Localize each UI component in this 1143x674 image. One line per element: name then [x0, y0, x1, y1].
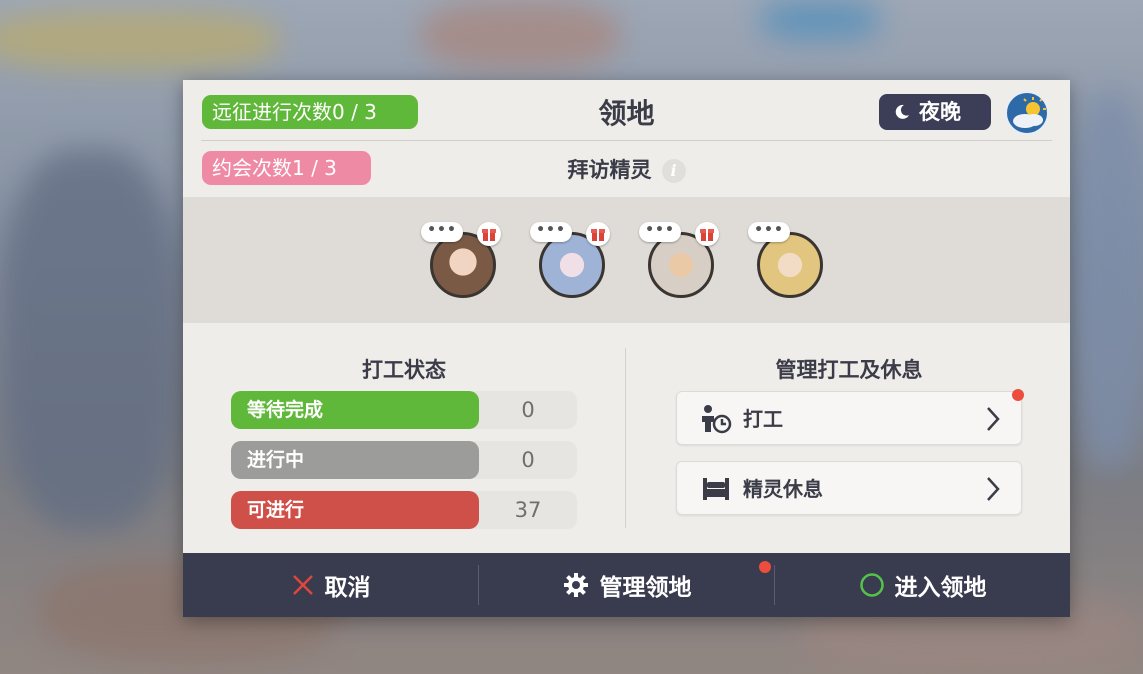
weather-icon[interactable] [1005, 91, 1049, 135]
territory-dialog: 远征进行次数0 / 3 领地 夜晚 约会次数1 / 3 拜访精灵 i ••• •… [183, 80, 1070, 617]
gear-icon [563, 573, 588, 597]
time-of-day-toggle[interactable]: 夜晚 [879, 94, 991, 130]
gift-icon [586, 222, 610, 246]
gift-icon [695, 222, 719, 246]
status-label: 进行中 [231, 441, 479, 479]
time-of-day-label: 夜晚 [919, 100, 961, 124]
gift-icon [477, 222, 501, 246]
status-label: 等待完成 [231, 391, 479, 429]
spirit-avatar-strip: ••• ••• ••• ••• [183, 197, 1070, 323]
speech-bubble-icon: ••• [530, 222, 572, 242]
chevron-right-icon [987, 477, 1000, 501]
moon-icon [895, 104, 909, 119]
work-button-label: 打工 [743, 407, 783, 431]
spirit-rest-button[interactable]: 精灵休息 [676, 461, 1022, 515]
bed-icon [703, 478, 729, 500]
enter-territory-label: 进入领地 [894, 575, 987, 601]
status-count: 37 [514, 498, 542, 522]
status-count: 0 [521, 448, 535, 472]
dialog-footer: 取消 管理领地 进入领地 [183, 553, 1070, 617]
notification-dot [759, 561, 771, 573]
status-row-in-progress: 进行中 0 [231, 441, 577, 479]
manage-work-rest-title: 管理打工及休息 [775, 358, 923, 382]
manage-territory-label: 管理领地 [599, 575, 692, 601]
status-row-available: 可进行 37 [231, 491, 577, 529]
speech-bubble-icon: ••• [748, 222, 790, 242]
chevron-right-icon [987, 407, 1000, 431]
info-icon[interactable]: i [661, 159, 686, 183]
work-status-title: 打工状态 [362, 358, 446, 382]
manage-territory-button[interactable]: 管理领地 [479, 553, 774, 617]
visit-spirit-label: 拜访精灵 [567, 158, 652, 182]
cancel-button-label: 取消 [324, 575, 371, 601]
notification-dot [1012, 389, 1024, 401]
spirit-rest-button-label: 精灵休息 [743, 477, 823, 501]
section-divider [625, 348, 626, 528]
cancel-button[interactable]: 取消 [183, 553, 478, 617]
visit-spirit-heading: 拜访精灵 i [183, 154, 1070, 184]
worker-clock-icon [702, 405, 732, 434]
speech-bubble-icon: ••• [421, 222, 463, 242]
status-row-waiting: 等待完成 0 [231, 391, 577, 429]
speech-bubble-icon: ••• [639, 222, 681, 242]
status-label: 可进行 [231, 491, 479, 529]
status-count: 0 [521, 398, 535, 422]
circle-icon [859, 573, 884, 597]
header-divider [201, 140, 1052, 141]
close-icon [292, 575, 313, 595]
work-button[interactable]: 打工 [676, 389, 1024, 445]
enter-territory-button[interactable]: 进入领地 [775, 553, 1070, 617]
